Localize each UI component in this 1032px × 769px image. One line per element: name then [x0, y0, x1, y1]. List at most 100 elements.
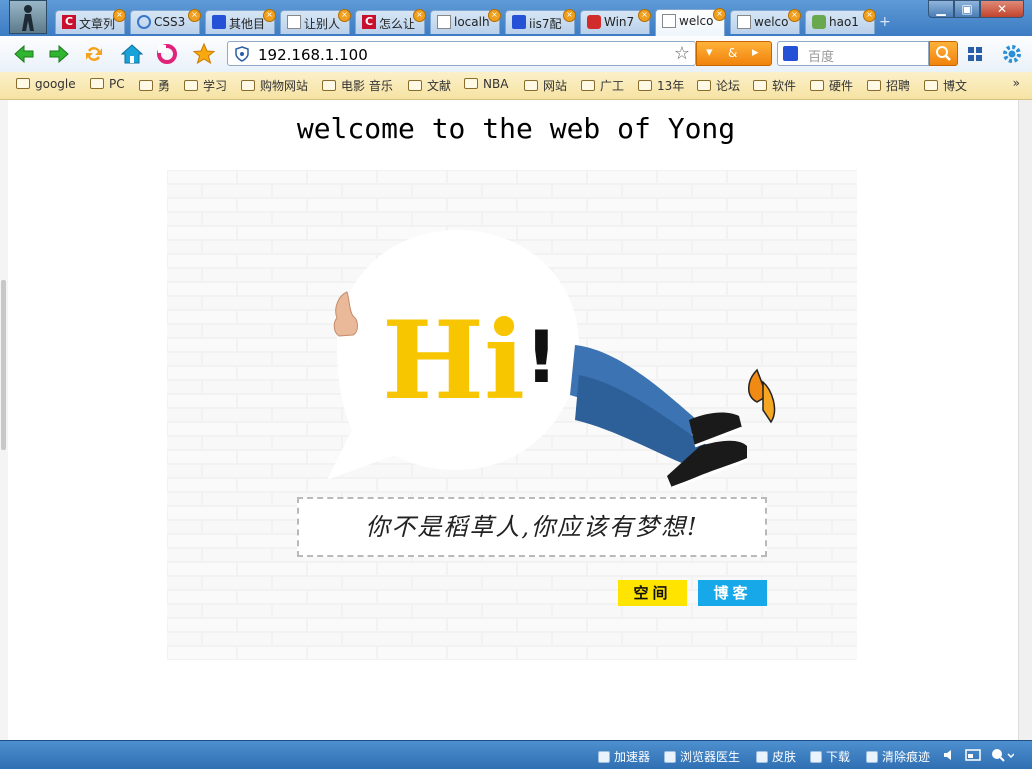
doc-icon — [287, 15, 301, 29]
rocket-icon — [598, 751, 610, 763]
baidu-paw-icon[interactable] — [783, 46, 798, 61]
tab-close-icon[interactable]: × — [263, 9, 276, 22]
go-button[interactable]: ▸ — [752, 45, 759, 60]
search-input[interactable]: 百度 — [808, 46, 834, 65]
accelerator-label: 加速器 — [614, 750, 651, 764]
tab-9[interactable]: welco × — [730, 9, 801, 34]
bookmark-label: 文献 — [427, 79, 452, 93]
bookmark-folder-blog[interactable]: 博文 — [924, 77, 967, 94]
download-button[interactable]: 下载 — [810, 748, 850, 765]
folder-icon — [924, 80, 938, 91]
skin-button[interactable]: 皮肤 — [756, 748, 796, 765]
new-tab-button[interactable]: + — [879, 14, 891, 30]
zoom-icon[interactable] — [990, 747, 1014, 763]
bookmark-folder-hardware[interactable]: 硬件 — [810, 77, 853, 94]
user-avatar[interactable] — [9, 0, 47, 34]
browser-doctor-button[interactable]: 浏览器医生 — [664, 748, 740, 765]
bookmark-star-icon[interactable]: ☆ — [674, 43, 690, 64]
folder-icon — [322, 80, 336, 91]
favorite-star-icon[interactable] — [192, 42, 216, 66]
window-close-button[interactable]: ✕ — [980, 0, 1024, 18]
status-bar: 加速器 浏览器医生 皮肤 下载 清除痕迹 — [0, 740, 1032, 769]
bookmark-folder-forum[interactable]: 论坛 — [697, 77, 740, 94]
accelerator-button[interactable]: 加速器 — [598, 748, 650, 765]
tab-close-icon[interactable]: × — [713, 8, 726, 21]
bookmark-label: google — [35, 77, 76, 91]
skin-label: 皮肤 — [772, 750, 797, 764]
window-maximize-button[interactable]: ▣ — [954, 0, 980, 18]
folder-icon — [139, 80, 153, 91]
bookmark-folder-jobs[interactable]: 招聘 — [867, 77, 910, 94]
search-box[interactable]: 百度 — [777, 41, 929, 66]
refresh-icon[interactable] — [82, 42, 106, 66]
home-icon[interactable] — [120, 42, 144, 66]
bookmark-folder-google[interactable]: google — [16, 77, 76, 91]
space-button[interactable]: 空间 — [618, 580, 687, 606]
tab-label: welco — [679, 14, 714, 28]
bookmark-folder-sites[interactable]: 网站 — [524, 77, 567, 94]
apps-grid-icon[interactable] — [966, 45, 984, 63]
tab-label: hao1 — [829, 15, 859, 29]
tab-close-icon[interactable]: × — [638, 9, 651, 22]
c-logo-icon: C — [362, 15, 376, 29]
folder-icon — [408, 80, 422, 91]
bookmark-folder-13[interactable]: 13年 — [638, 77, 684, 94]
tab-5[interactable]: localh × — [430, 9, 501, 34]
tab-close-icon[interactable]: × — [413, 9, 426, 22]
blog-button[interactable]: 博客 — [698, 580, 767, 606]
tab-close-icon[interactable]: × — [863, 9, 876, 22]
bookmark-folder-gdut[interactable]: 广工 — [581, 77, 624, 94]
tab-close-icon[interactable]: × — [488, 9, 501, 22]
window-minimize-button[interactable]: ▁ — [928, 0, 954, 18]
undo-close-icon[interactable] — [155, 42, 179, 66]
tab-8-active[interactable]: welco × — [655, 8, 726, 36]
bookmark-label: 论坛 — [716, 79, 741, 93]
tab-close-icon[interactable]: × — [563, 9, 576, 22]
side-panel-handle[interactable] — [1, 280, 6, 450]
bookmark-folder-papers[interactable]: 文献 — [408, 77, 451, 94]
folder-icon — [90, 78, 104, 89]
tab-close-icon[interactable]: × — [188, 9, 201, 22]
bookmark-folder-yong[interactable]: 勇 — [139, 77, 170, 94]
bookmark-label: PC — [109, 77, 125, 91]
url-dropdown-arrow-icon[interactable]: ▾ — [706, 45, 713, 60]
tab-6[interactable]: iis7配 × — [505, 9, 576, 34]
tab-10[interactable]: hao1 × — [805, 9, 876, 34]
tab-label: 文章列 — [79, 17, 115, 31]
bookmarks-overflow-button[interactable]: » — [1013, 76, 1020, 90]
folder-icon — [241, 80, 255, 91]
security-shield-icon[interactable] — [235, 46, 249, 62]
back-arrow-icon[interactable] — [12, 42, 36, 66]
bookmark-folder-movies-music[interactable]: 电影 音乐 — [322, 77, 393, 94]
bookmark-folder-pc[interactable]: PC — [90, 77, 125, 91]
tab-2[interactable]: 其他目 × — [205, 9, 276, 34]
volume-icon[interactable] — [942, 748, 956, 762]
window-layout-icon[interactable] — [965, 748, 981, 762]
tab-close-icon[interactable]: × — [788, 9, 801, 22]
tab-0[interactable]: C 文章列 × — [55, 9, 126, 34]
tab-1[interactable]: CSS3 × — [130, 9, 201, 34]
plus-cross-icon — [664, 751, 676, 763]
bookmark-label: 网站 — [543, 79, 568, 93]
settings-gear-icon[interactable] — [1001, 43, 1023, 65]
address-bar[interactable]: 192.168.1.100 ☆ — [227, 41, 696, 66]
tab-4[interactable]: C 怎么让 × — [355, 9, 426, 34]
folder-icon — [697, 80, 711, 91]
vertical-scrollbar[interactable] — [1018, 100, 1032, 740]
tab-close-icon[interactable]: × — [113, 9, 126, 22]
ie-icon — [137, 15, 151, 29]
bookmark-label: 广工 — [600, 79, 625, 93]
c-logo-icon: C — [62, 15, 76, 29]
clear-traces-button[interactable]: 清除痕迹 — [866, 748, 930, 765]
bookmark-folder-study[interactable]: 学习 — [184, 77, 227, 94]
tab-7[interactable]: Win7 × — [580, 9, 651, 34]
forward-arrow-icon[interactable] — [47, 42, 71, 66]
bookmark-folder-nba[interactable]: NBA — [464, 77, 508, 91]
search-button[interactable] — [929, 41, 958, 66]
tab-close-icon[interactable]: × — [338, 9, 351, 22]
tab-3[interactable]: 让别人 × — [280, 9, 351, 34]
bookmark-folder-software[interactable]: 软件 — [753, 77, 796, 94]
url-input[interactable]: 192.168.1.100 — [258, 46, 368, 64]
bookmark-folder-shopping[interactable]: 购物网站 — [241, 77, 308, 94]
url-amp-button[interactable]: & — [728, 46, 737, 60]
